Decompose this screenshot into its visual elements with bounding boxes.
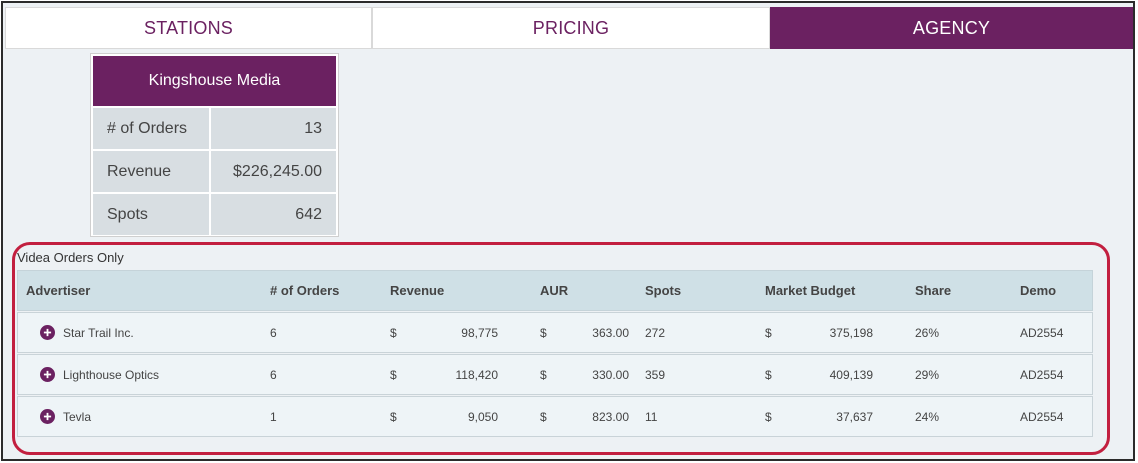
summary-value: 642 <box>211 194 336 235</box>
currency-symbol: $ <box>540 409 547 424</box>
aur-cell: $330.00 <box>530 355 635 394</box>
spots-cell: 359 <box>645 367 666 382</box>
advertiser-name: Lighthouse Optics <box>63 367 160 382</box>
revenue-value: 118,420 <box>455 367 499 382</box>
summary-row-spots: Spots 642 <box>93 192 336 235</box>
column-header-advertiser[interactable]: Advertiser <box>18 271 260 310</box>
revenue-cell: $9,050 <box>380 397 530 436</box>
column-header-spots[interactable]: Spots <box>635 271 755 310</box>
app-frame: STATIONS PRICING AGENCY Kingshouse Media… <box>1 1 1135 461</box>
agency-name: Kingshouse Media <box>93 56 336 106</box>
currency-symbol: $ <box>390 409 397 424</box>
section-title: Videa Orders Only <box>17 250 124 265</box>
column-header-orders[interactable]: # of Orders <box>260 271 380 310</box>
advertiser-cell: Lighthouse Optics <box>18 355 260 394</box>
summary-label: # of Orders <box>93 108 211 149</box>
share-cell: 24% <box>915 409 940 424</box>
market-budget-cell: $409,139 <box>755 355 905 394</box>
revenue-cell: $98,775 <box>380 313 530 352</box>
column-header-aur[interactable]: AUR <box>530 271 635 310</box>
summary-row-orders: # of Orders 13 <box>93 106 336 149</box>
orders-cell: 1 <box>270 409 277 424</box>
demo-cell: AD2554 <box>1020 367 1064 382</box>
advertiser-table: Advertiser # of Orders Revenue AUR Spots… <box>17 270 1093 437</box>
currency-symbol: $ <box>765 325 772 340</box>
plus-circle-icon[interactable] <box>40 325 55 340</box>
summary-label: Spots <box>93 194 211 235</box>
aur-cell: $823.00 <box>530 397 635 436</box>
column-header-revenue[interactable]: Revenue <box>380 271 530 310</box>
tab-agency[interactable]: AGENCY <box>770 7 1133 49</box>
market-budget-cell: $375,198 <box>755 313 905 352</box>
aur-value: 330.00 <box>592 367 629 382</box>
aur-cell: $363.00 <box>530 313 635 352</box>
demo-cell: AD2554 <box>1020 409 1064 424</box>
revenue-value: 98,775 <box>461 325 498 340</box>
revenue-cell: $118,420 <box>380 355 530 394</box>
spots-cell: 11 <box>645 409 658 424</box>
orders-cell: 6 <box>270 325 277 340</box>
aur-value: 823.00 <box>592 409 629 424</box>
currency-symbol: $ <box>390 367 397 382</box>
share-cell: 29% <box>915 367 940 382</box>
advertiser-cell: Star Trail Inc. <box>18 313 260 352</box>
table-row[interactable]: Tevla 1 $9,050 $823.00 11 $37,637 24% AD… <box>17 396 1093 437</box>
currency-symbol: $ <box>765 367 772 382</box>
market-budget-value: 375,198 <box>829 325 873 340</box>
currency-symbol: $ <box>540 325 547 340</box>
tab-bar: STATIONS PRICING AGENCY <box>5 7 1133 49</box>
agency-summary-card: Kingshouse Media # of Orders 13 Revenue … <box>90 53 339 237</box>
aur-value: 363.00 <box>592 325 629 340</box>
advertiser-cell: Tevla <box>18 397 260 436</box>
summary-label: Revenue <box>93 151 211 192</box>
tab-stations[interactable]: STATIONS <box>5 7 372 49</box>
summary-value: 13 <box>211 108 336 149</box>
summary-value: $226,245.00 <box>211 151 336 192</box>
summary-row-revenue: Revenue $226,245.00 <box>93 149 336 192</box>
table-row[interactable]: Star Trail Inc. 6 $98,775 $363.00 272 $3… <box>17 312 1093 353</box>
currency-symbol: $ <box>765 409 772 424</box>
advertiser-name: Star Trail Inc. <box>63 325 134 340</box>
revenue-value: 9,050 <box>467 409 498 424</box>
plus-circle-icon[interactable] <box>40 409 55 424</box>
column-header-market-budget[interactable]: Market Budget <box>755 271 905 310</box>
table-header: Advertiser # of Orders Revenue AUR Spots… <box>17 270 1093 311</box>
column-header-share[interactable]: Share <box>905 271 1010 310</box>
market-budget-value: 409,139 <box>829 367 873 382</box>
share-cell: 26% <box>915 325 940 340</box>
market-budget-cell: $37,637 <box>755 397 905 436</box>
currency-symbol: $ <box>540 367 547 382</box>
advertiser-name: Tevla <box>63 409 92 424</box>
tab-pricing[interactable]: PRICING <box>372 7 770 49</box>
plus-circle-icon[interactable] <box>40 367 55 382</box>
spots-cell: 272 <box>645 325 666 340</box>
column-header-demo[interactable]: Demo <box>1010 271 1092 310</box>
orders-cell: 6 <box>270 367 277 382</box>
market-budget-value: 37,637 <box>836 409 873 424</box>
demo-cell: AD2554 <box>1020 325 1064 340</box>
currency-symbol: $ <box>390 325 397 340</box>
table-row[interactable]: Lighthouse Optics 6 $118,420 $330.00 359… <box>17 354 1093 395</box>
